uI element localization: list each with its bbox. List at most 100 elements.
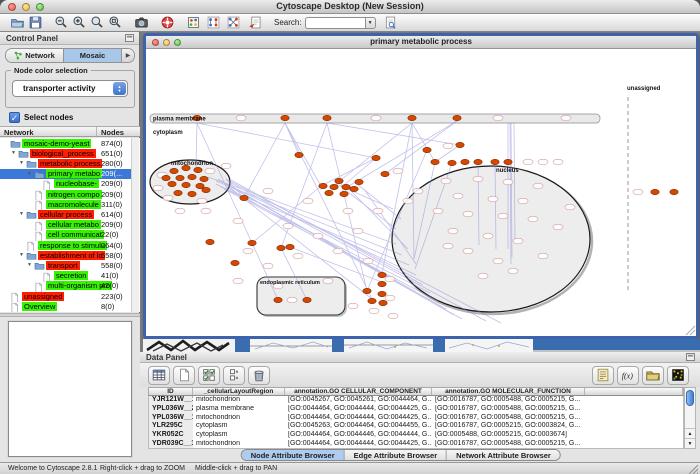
table-scrollbar[interactable]: ▲ ▼ (684, 387, 696, 449)
gene-node[interactable] (423, 147, 431, 152)
annotation-button[interactable] (246, 14, 264, 31)
gene-node[interactable] (274, 297, 282, 302)
gene-node[interactable] (350, 186, 358, 191)
zoom-in-button[interactable] (70, 14, 88, 31)
gene-node[interactable] (355, 179, 363, 184)
tab-mosaic[interactable]: Mosaic (64, 49, 122, 62)
gene-node[interactable] (323, 115, 331, 120)
tab-edge-attribute-browser[interactable]: Edge Attribute Browser (345, 450, 447, 460)
disclosure-triangle-icon[interactable]: ▼ (19, 252, 24, 258)
gene-node[interactable] (286, 244, 294, 249)
gene-node[interactable] (174, 190, 182, 195)
scroll-up-button[interactable]: ▲ (685, 428, 695, 438)
search-dropdown-arrow[interactable]: ▼ (365, 17, 376, 29)
table-row[interactable]: YJR121W__1mitochondrion[GO:0045267, GO:0… (149, 396, 683, 405)
birds-eye-view[interactable] (0, 317, 140, 462)
function-builder-button[interactable]: f(x) (617, 366, 639, 385)
tree-item-cellular-process[interactable]: ▼cellular process614(0) (0, 209, 132, 219)
search-options-button[interactable] (382, 14, 400, 31)
tree-item-metabolic-process[interactable]: ▼metabolic process280(0) (0, 158, 132, 168)
tree-item-mosaic-demo-yeast[interactable]: mosaic-demo-yeast874(0) (0, 138, 132, 148)
gene-node[interactable] (335, 178, 343, 183)
attribute-batch-unselect-button[interactable] (223, 366, 245, 385)
table-scrollbar-thumb[interactable] (686, 390, 694, 406)
gene-node[interactable] (363, 288, 371, 293)
zoom-fit-button[interactable] (106, 14, 124, 31)
gene-node[interactable] (453, 115, 461, 120)
zoom-out-button[interactable] (52, 14, 70, 31)
gene-node[interactable] (378, 291, 386, 296)
gene-node[interactable] (188, 191, 196, 196)
attribute-editor-button[interactable] (592, 366, 614, 385)
tab-node-attribute-browser[interactable]: Node Attribute Browser (242, 450, 345, 460)
gene-node[interactable] (378, 281, 386, 286)
layout-partition-button[interactable] (204, 14, 222, 31)
disclosure-triangle-icon[interactable]: ▼ (27, 262, 32, 268)
disclosure-triangle-icon[interactable]: ▼ (19, 211, 24, 217)
gene-node[interactable] (340, 191, 348, 196)
gene-node[interactable] (448, 160, 456, 165)
gene-node[interactable] (431, 159, 439, 164)
gene-node[interactable] (368, 298, 376, 303)
select-attributes-button[interactable] (148, 366, 170, 385)
gene-node[interactable] (378, 272, 386, 277)
tab-overflow-arrow[interactable]: ▶ (122, 49, 134, 62)
gene-node[interactable] (372, 155, 380, 160)
tree-item-nucleobase-[interactable]: nucleobase-209(0) (0, 179, 132, 189)
gene-node[interactable] (651, 189, 659, 194)
tree-item-unassigned[interactable]: unassigned223(0) (0, 291, 132, 301)
search-input[interactable] (305, 17, 365, 29)
table-row[interactable]: YKR052Ccytoplasm[GO:0044464, GO:0044446,… (149, 431, 683, 440)
gene-node[interactable] (188, 174, 196, 179)
network-canvas[interactable]: plasma membrane cytoplasm mitochondrion … (146, 49, 696, 336)
column-header[interactable]: annotation.GO CELLULAR_COMPONENT (285, 388, 432, 395)
tree-item-biological-process[interactable]: ▼biological_process651(0) (0, 148, 132, 158)
column-header[interactable]: _cellularLayoutRegion (193, 388, 285, 395)
gene-node[interactable] (248, 240, 256, 245)
scroll-down-button[interactable]: ▼ (685, 438, 695, 448)
disclosure-triangle-icon[interactable]: ▼ (19, 160, 24, 166)
gene-node[interactable] (295, 152, 303, 157)
create-attribute-button[interactable] (173, 366, 195, 385)
tree-item-transport[interactable]: ▼transport558(0) (0, 260, 132, 270)
tree-item-response-to-stimulu[interactable]: response to stimulu264(0) (0, 240, 132, 250)
table-row[interactable]: YLR295Ccytoplasm[GO:0045263, GO:0044464,… (149, 422, 683, 431)
gene-node[interactable] (200, 176, 208, 181)
gene-node[interactable] (319, 183, 327, 188)
tree-item-overview[interactable]: Overview8(0) (0, 301, 132, 311)
gene-node[interactable] (194, 167, 202, 172)
table-row[interactable]: YPL036W__2plasma membrane[GO:0044464, GO… (149, 405, 683, 414)
snapshot-button[interactable] (132, 14, 150, 31)
tree-item-macromolecule[interactable]: macromolecule311(0) (0, 199, 132, 209)
gene-node[interactable] (474, 159, 482, 164)
help-button[interactable] (158, 14, 176, 31)
tree-item-nitrogen-compo[interactable]: nitrogen compo209(0) (0, 189, 132, 199)
disclosure-triangle-icon[interactable]: ▼ (11, 150, 16, 156)
gene-node[interactable] (170, 168, 178, 173)
gene-node[interactable] (408, 115, 416, 120)
gene-node[interactable] (231, 260, 239, 265)
gene-node[interactable] (168, 181, 176, 186)
tree-item-multi-organism-pro[interactable]: multi-organism pro42(0) (0, 281, 132, 291)
gene-node[interactable] (202, 187, 210, 192)
mosaic-button[interactable] (184, 14, 202, 31)
gene-node[interactable] (162, 175, 170, 180)
zoom-selected-button[interactable] (88, 14, 106, 31)
layout-attribute-button[interactable] (224, 14, 242, 31)
table-row[interactable]: YDR039C__1mitochondrion[GO:0044464, GO:0… (149, 440, 683, 449)
column-header[interactable]: annotation.GO MOLECULAR_FUNCTION (432, 388, 585, 395)
table-row[interactable]: YPL036W__1mitochondrion[GO:0044464, GO:0… (149, 414, 683, 423)
float-panel-icon[interactable] (125, 34, 134, 42)
gene-node[interactable] (342, 184, 350, 189)
attribute-batch-select-button[interactable] (198, 366, 220, 385)
tree-item-secretion[interactable]: secretion41(0) (0, 271, 132, 281)
tree-item-cellular-metabo[interactable]: cellular metabo209(0) (0, 220, 132, 230)
gene-node[interactable] (381, 171, 389, 176)
delete-attribute-button[interactable] (248, 366, 270, 385)
gene-node[interactable] (182, 182, 190, 187)
column-header[interactable]: ID (149, 388, 193, 395)
gene-node[interactable] (206, 239, 214, 244)
gene-node[interactable] (303, 297, 311, 302)
gene-node[interactable] (379, 300, 387, 305)
save-session-button[interactable] (26, 14, 44, 31)
